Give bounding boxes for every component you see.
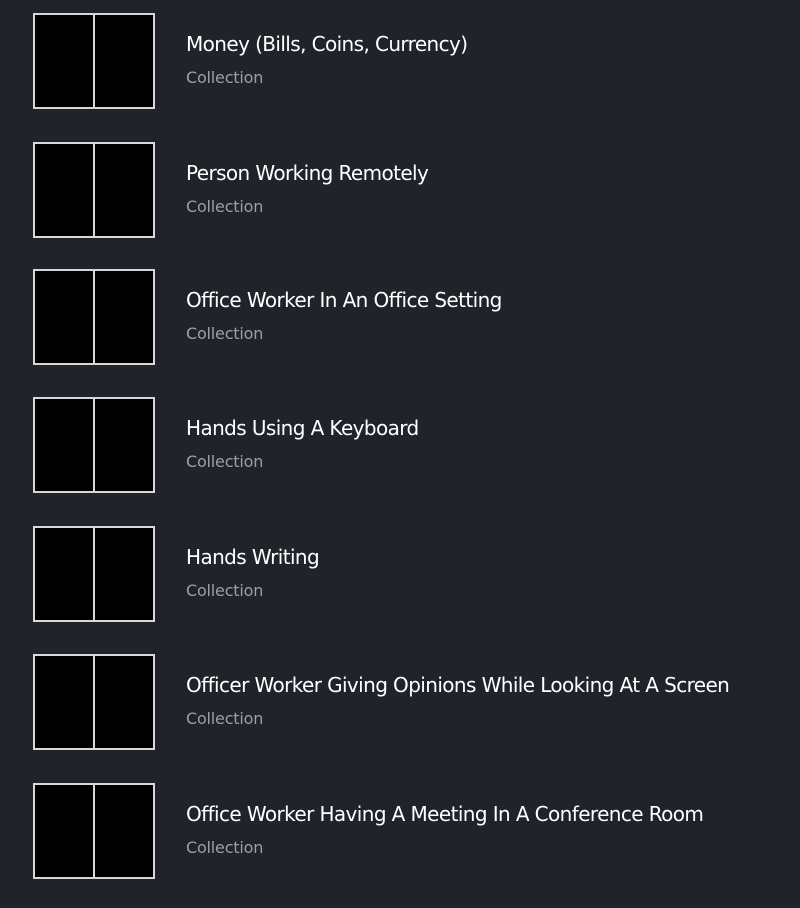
- collection-item[interactable]: Office Worker In An Office Setting Colle…: [0, 256, 800, 384]
- collection-title[interactable]: Office Worker In An Office Setting: [186, 285, 502, 315]
- collection-thumbnail[interactable]: [33, 269, 155, 365]
- collection-item[interactable]: Officer Worker Giving Opinions While Loo…: [0, 641, 800, 769]
- collection-title[interactable]: Person Working Remotely: [186, 158, 429, 188]
- thumbnail-image-placeholder: [35, 528, 93, 620]
- thumbnail-image-placeholder: [93, 144, 153, 236]
- collection-type-label: Collection: [186, 709, 264, 728]
- thumbnail-image-placeholder: [35, 271, 93, 363]
- thumbnail-image-placeholder: [93, 528, 153, 620]
- collection-item[interactable]: Person Working Remotely Collection: [0, 129, 800, 257]
- collection-thumbnail[interactable]: [33, 526, 155, 622]
- thumbnail-image-placeholder: [35, 656, 93, 748]
- thumbnail-image-placeholder: [35, 15, 93, 107]
- thumbnail-image-placeholder: [93, 15, 153, 107]
- collection-title[interactable]: Hands Writing: [186, 542, 320, 572]
- collection-title[interactable]: Money (Bills, Coins, Currency): [186, 29, 468, 59]
- collection-item[interactable]: Hands Writing Collection: [0, 513, 800, 641]
- collection-type-label: Collection: [186, 197, 264, 216]
- thumbnail-image-placeholder: [93, 271, 153, 363]
- collection-type-label: Collection: [186, 838, 264, 857]
- collection-title[interactable]: Office Worker Having A Meeting In A Conf…: [186, 799, 704, 829]
- collection-item[interactable]: Money (Bills, Coins, Currency) Collectio…: [0, 0, 800, 128]
- collection-type-label: Collection: [186, 68, 264, 87]
- collection-title[interactable]: Officer Worker Giving Opinions While Loo…: [186, 670, 730, 700]
- collection-type-label: Collection: [186, 581, 264, 600]
- collection-type-label: Collection: [186, 452, 264, 471]
- thumbnail-image-placeholder: [35, 144, 93, 236]
- thumbnail-image-placeholder: [93, 785, 153, 877]
- collection-thumbnail[interactable]: [33, 783, 155, 879]
- thumbnail-image-placeholder: [35, 785, 93, 877]
- collection-item[interactable]: Hands Using A Keyboard Collection: [0, 384, 800, 512]
- collections-panel: Money (Bills, Coins, Currency) Collectio…: [0, 0, 800, 908]
- collection-type-label: Collection: [186, 324, 264, 343]
- collection-title[interactable]: Hands Using A Keyboard: [186, 413, 419, 443]
- thumbnail-image-placeholder: [35, 399, 93, 491]
- collection-item[interactable]: Office Worker Having A Meeting In A Conf…: [0, 770, 800, 898]
- collection-thumbnail[interactable]: [33, 654, 155, 750]
- collection-thumbnail[interactable]: [33, 397, 155, 493]
- collection-thumbnail[interactable]: [33, 142, 155, 238]
- collection-thumbnail[interactable]: [33, 13, 155, 109]
- thumbnail-image-placeholder: [93, 656, 153, 748]
- thumbnail-image-placeholder: [93, 399, 153, 491]
